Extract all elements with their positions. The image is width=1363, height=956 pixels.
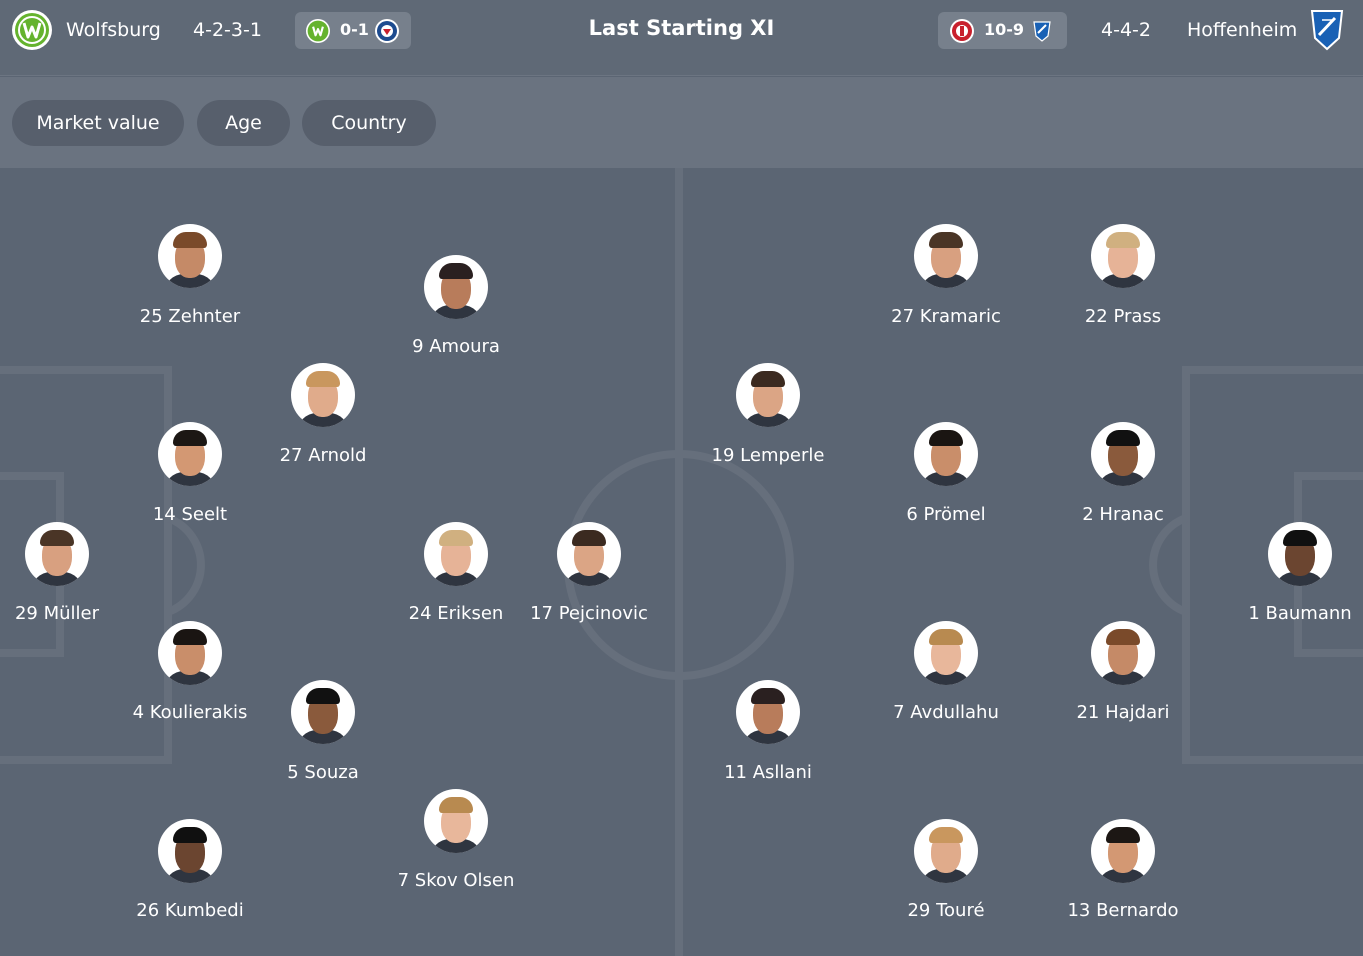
player-hair — [40, 530, 74, 546]
home-player-avatar[interactable] — [158, 224, 222, 288]
home-player-name[interactable]: 14 Seelt — [90, 504, 290, 526]
home-player-name[interactable]: 7 Skov Olsen — [356, 870, 556, 892]
player-hair — [929, 629, 963, 645]
home-player-name[interactable]: 17 Pejcinovic — [489, 603, 689, 625]
st-pauli-crest-icon — [950, 19, 974, 43]
player-hair — [439, 263, 473, 279]
player-hair — [306, 688, 340, 704]
away-player-name[interactable]: 19 Lemperle — [668, 445, 868, 467]
match-header: Wolfsburg 4-2-3-1 0-1 Last Starting XI 1… — [0, 0, 1363, 76]
player-hair — [929, 232, 963, 248]
home-player-name[interactable]: 5 Souza — [223, 762, 423, 784]
page-title: Last Starting XI — [588, 16, 775, 40]
country-filter-button[interactable]: Country — [302, 100, 436, 146]
away-player-avatar[interactable] — [1091, 422, 1155, 486]
home-player-name[interactable]: 27 Arnold — [223, 445, 423, 467]
halfway-line — [675, 168, 683, 956]
filter-bar: Market value Age Country — [0, 77, 1363, 168]
away-player-name[interactable]: 11 Asllani — [668, 762, 868, 784]
away-last-score: 10-9 — [984, 20, 1025, 39]
away-player-avatar[interactable] — [914, 224, 978, 288]
player-hair — [751, 688, 785, 704]
home-player-avatar[interactable] — [291, 363, 355, 427]
home-player-avatar[interactable] — [158, 621, 222, 685]
away-player-avatar[interactable] — [1091, 621, 1155, 685]
pitch: 25 Zehnter 9 Amoura 27 Arnold 14 Seelt 29 Mü… — [0, 168, 1363, 956]
player-hair — [1106, 430, 1140, 446]
away-player-avatar[interactable] — [736, 363, 800, 427]
away-player-avatar[interactable] — [914, 422, 978, 486]
away-player-name[interactable]: 2 Hranac — [1023, 504, 1223, 526]
home-player-name[interactable]: 9 Amoura — [356, 336, 556, 358]
away-player-avatar[interactable] — [1268, 522, 1332, 586]
away-player-avatar[interactable] — [1091, 819, 1155, 883]
away-last-match-pill[interactable]: 10-9 — [938, 12, 1067, 49]
home-player-avatar[interactable] — [557, 522, 621, 586]
player-hair — [929, 827, 963, 843]
player-hair — [751, 371, 785, 387]
age-filter-button[interactable]: Age — [197, 100, 290, 146]
home-player-avatar[interactable] — [424, 522, 488, 586]
player-hair — [173, 232, 207, 248]
away-player-name[interactable]: 21 Hajdari — [1023, 702, 1223, 724]
away-player-avatar[interactable] — [736, 680, 800, 744]
player-hair — [1283, 530, 1317, 546]
player-hair — [173, 827, 207, 843]
player-hair — [173, 430, 207, 446]
away-player-name[interactable]: 13 Bernardo — [1023, 900, 1223, 922]
player-hair — [1106, 232, 1140, 248]
hoffenheim-crest-icon[interactable] — [1308, 8, 1346, 52]
away-player-avatar[interactable] — [914, 621, 978, 685]
away-player-name[interactable]: 22 Prass — [1023, 306, 1223, 328]
home-player-avatar[interactable] — [158, 422, 222, 486]
player-hair — [1106, 827, 1140, 843]
home-player-avatar[interactable] — [424, 789, 488, 853]
home-player-avatar[interactable] — [291, 680, 355, 744]
player-hair — [439, 530, 473, 546]
hoffenheim-small-crest-icon — [1030, 19, 1054, 43]
player-hair — [1106, 629, 1140, 645]
away-player-name[interactable]: 7 Avdullahu — [846, 702, 1046, 724]
home-player-avatar[interactable] — [158, 819, 222, 883]
market-value-filter-button[interactable]: Market value — [12, 100, 184, 146]
player-hair — [173, 629, 207, 645]
home-player-avatar[interactable] — [25, 522, 89, 586]
away-player-avatar[interactable] — [1091, 224, 1155, 288]
away-player-name[interactable]: 1 Baumann — [1200, 603, 1363, 625]
away-player-name[interactable]: 6 Prömel — [846, 504, 1046, 526]
home-player-name[interactable]: 4 Koulierakis — [90, 702, 290, 724]
away-player-name[interactable]: 27 Kramaric — [846, 306, 1046, 328]
home-player-name[interactable]: 29 Müller — [0, 603, 157, 625]
home-player-avatar[interactable] — [424, 255, 488, 319]
away-player-avatar[interactable] — [914, 819, 978, 883]
home-player-name[interactable]: 25 Zehnter — [90, 306, 290, 328]
home-player-name[interactable]: 26 Kumbedi — [90, 900, 290, 922]
player-hair — [929, 430, 963, 446]
away-team-name[interactable]: Hoffenheim — [1187, 18, 1297, 42]
player-hair — [572, 530, 606, 546]
player-hair — [306, 371, 340, 387]
away-formation: 4-4-2 — [1101, 19, 1151, 41]
away-player-name[interactable]: 29 Touré — [846, 900, 1046, 922]
player-hair — [439, 797, 473, 813]
